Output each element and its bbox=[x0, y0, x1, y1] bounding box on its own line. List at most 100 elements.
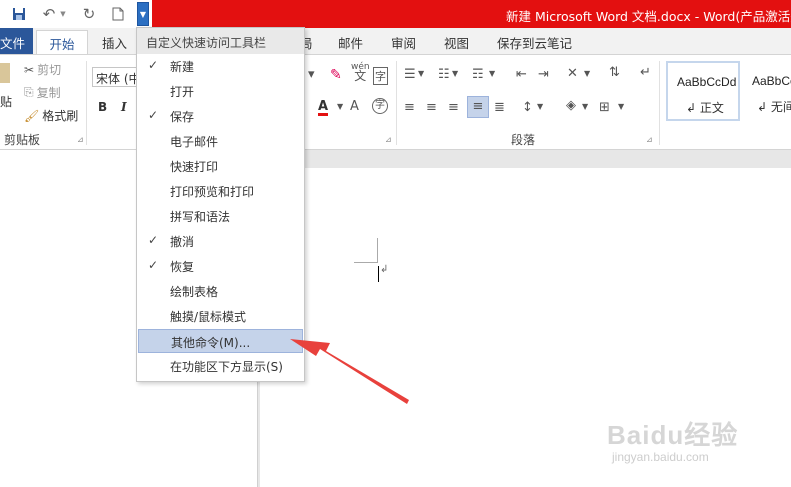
menu-item[interactable]: 绘制表格 bbox=[138, 279, 303, 303]
menu-item[interactable]: 触摸/鼠标模式 bbox=[138, 304, 303, 328]
undo-dropdown-icon[interactable]: ▼ bbox=[58, 5, 68, 23]
menu-item[interactable]: ✓ 撤消 bbox=[138, 229, 303, 253]
style-normal[interactable]: AaBbCcDd ↲ 正文 bbox=[666, 61, 740, 121]
shading-icon[interactable]: ◈ bbox=[566, 98, 576, 113]
menu-item[interactable]: ✓ 保存 bbox=[138, 104, 303, 128]
tab-home[interactable]: 开始 bbox=[36, 30, 88, 54]
font-color-dropdown-icon[interactable]: ▼ bbox=[337, 102, 343, 111]
align-right-icon[interactable]: ≡ bbox=[448, 100, 459, 115]
checkmark-icon: ✓ bbox=[148, 108, 159, 122]
menu-item[interactable]: 快速打印 bbox=[138, 154, 303, 178]
menu-item-label: 拼写和语法 bbox=[170, 210, 231, 224]
style-sample: AaBbCc bbox=[752, 74, 791, 88]
sort-icon[interactable]: ⇅ bbox=[609, 65, 620, 80]
bullets-dropdown-icon[interactable]: ▼ bbox=[418, 69, 424, 78]
bold-button[interactable]: B bbox=[98, 100, 107, 114]
menu-item[interactable]: 打印预览和打印 bbox=[138, 179, 303, 203]
borders-dropdown-icon[interactable]: ▼ bbox=[618, 102, 624, 111]
tab-file[interactable]: 文件 bbox=[0, 28, 33, 54]
menu-item-label: 在功能区下方显示(S) bbox=[170, 360, 283, 374]
increase-indent-icon[interactable]: ⇥ bbox=[538, 67, 549, 82]
menu-item-label: 快速打印 bbox=[170, 160, 219, 174]
numbering-dropdown-icon[interactable]: ▼ bbox=[452, 69, 458, 78]
new-document-icon[interactable] bbox=[110, 5, 126, 23]
tab-mailings[interactable]: 邮件 bbox=[338, 33, 363, 52]
format-painter-button[interactable]: 🖌 格式刷 bbox=[24, 107, 78, 124]
char-border-button[interactable]: 字 bbox=[373, 67, 388, 85]
menu-item[interactable]: 打开 bbox=[138, 79, 303, 103]
shading-dropdown-icon[interactable]: ▼ bbox=[582, 102, 588, 111]
ribbon: 贴 ✂ 剪切 ⎘ 复制 🖌 格式刷 剪贴板 ⊿ 宋体 (中 B I ▾ ✎ wén 文 … bbox=[0, 54, 791, 150]
align-left-icon[interactable]: ≡ bbox=[404, 100, 415, 115]
multilevel-list-icon[interactable]: ☶ bbox=[472, 67, 484, 82]
line-spacing-dropdown-icon[interactable]: ▼ bbox=[537, 102, 543, 111]
align-center-icon[interactable]: ≡ bbox=[426, 100, 437, 115]
menu-item-label: 恢复 bbox=[170, 260, 195, 274]
paste-icon bbox=[0, 63, 10, 83]
style-name: ↲ 正文 bbox=[686, 101, 724, 115]
window-title: 新建 Microsoft Word 文档.docx - Word(产品激活失 bbox=[506, 9, 791, 24]
quick-access-toolbar: ↶ ▼ ↻ ▼ bbox=[0, 0, 152, 28]
save-icon[interactable] bbox=[10, 5, 28, 23]
chinese-layout-dropdown-icon[interactable]: ▼ bbox=[584, 69, 590, 78]
phonetic-guide-button[interactable]: wén 文 bbox=[351, 63, 370, 83]
menu-item[interactable]: ✓ 新建 bbox=[138, 54, 303, 78]
tab-save-cloud[interactable]: 保存到云笔记 bbox=[497, 33, 572, 52]
italic-button[interactable]: I bbox=[121, 100, 127, 114]
cut-button[interactable]: ✂ 剪切 bbox=[24, 61, 61, 78]
baidu-watermark-url: jingyan.baidu.com bbox=[612, 450, 709, 464]
tab-insert[interactable]: 插入 bbox=[102, 33, 127, 52]
style-sample: AaBbCcDd bbox=[677, 75, 737, 89]
font-size-dropdown-icon[interactable]: ▾ bbox=[308, 67, 315, 82]
menu-item-label: 撤消 bbox=[170, 235, 195, 249]
multilevel-dropdown-icon[interactable]: ▼ bbox=[489, 69, 495, 78]
font-name-select[interactable]: 宋体 (中 bbox=[92, 67, 138, 87]
menu-item-label: 电子邮件 bbox=[170, 135, 219, 149]
font-color-button[interactable]: A bbox=[318, 100, 329, 116]
enclose-char-icon[interactable]: 字 bbox=[372, 98, 388, 114]
clipboard-group-label: 剪贴板 bbox=[4, 133, 41, 147]
clipboard-launcher-icon[interactable]: ⊿ bbox=[77, 135, 84, 144]
copy-icon: ⎘ bbox=[24, 85, 34, 99]
justify-icon[interactable]: ≡ bbox=[467, 96, 489, 118]
copy-button[interactable]: ⎘ 复制 bbox=[24, 84, 61, 101]
paste-label: 贴 bbox=[0, 95, 13, 109]
chinese-layout-icon[interactable]: ✕ bbox=[567, 66, 578, 81]
clear-format-icon[interactable]: ✎ bbox=[330, 67, 342, 83]
undo-icon[interactable]: ↶ bbox=[40, 5, 58, 23]
tab-view[interactable]: 视图 bbox=[444, 33, 469, 52]
format-painter-label: 格式刷 bbox=[42, 109, 79, 123]
menu-item-label: 打开 bbox=[170, 85, 195, 99]
distributed-icon[interactable]: ≣ bbox=[494, 100, 505, 115]
line-spacing-icon[interactable]: ↕ bbox=[522, 100, 533, 115]
text-cursor bbox=[378, 266, 379, 282]
redo-icon[interactable]: ↻ bbox=[80, 5, 98, 23]
customize-dropdown-icon[interactable]: ▼ bbox=[137, 2, 149, 26]
baidu-watermark-logo: Baidu经验 bbox=[607, 420, 739, 450]
menu-item[interactable]: 其他命令(M)... bbox=[138, 329, 303, 353]
format-painter-icon: 🖌 bbox=[24, 108, 40, 123]
borders-icon[interactable]: ⊞ bbox=[599, 100, 610, 115]
paste-button[interactable]: 贴 bbox=[0, 93, 12, 110]
menu-item[interactable]: 电子邮件 bbox=[138, 129, 303, 153]
menu-item[interactable]: 拼写和语法 bbox=[138, 204, 303, 228]
styles-gallery: AaBbCcDd ↲ 正文 AaBbCc ↲ 无间隔 bbox=[666, 61, 791, 123]
decrease-indent-icon[interactable]: ⇤ bbox=[516, 67, 527, 82]
char-shading-icon[interactable]: A bbox=[350, 99, 359, 114]
group-separator bbox=[659, 61, 660, 145]
menu-item-label: 新建 bbox=[170, 60, 195, 74]
style-no-spacing[interactable]: AaBbCc ↲ 无间隔 bbox=[742, 61, 791, 121]
menu-item[interactable]: 在功能区下方显示(S) bbox=[138, 354, 303, 378]
bullets-icon[interactable]: ☰ bbox=[404, 67, 416, 82]
font-launcher-icon[interactable]: ⊿ bbox=[385, 135, 392, 144]
menu-item-label: 打印预览和打印 bbox=[170, 185, 255, 199]
ribbon-tabs: 文件 开始 插入 局 邮件 审阅 视图 保存到云笔记 bbox=[0, 28, 791, 54]
paragraph-launcher-icon[interactable]: ⊿ bbox=[646, 135, 653, 144]
numbering-icon[interactable]: ☷ bbox=[438, 67, 450, 82]
show-marks-icon[interactable]: ↵ bbox=[640, 65, 651, 80]
paragraph-group-label: 段落 bbox=[511, 133, 536, 147]
menu-item-label: 触摸/鼠标模式 bbox=[170, 310, 247, 324]
tab-review[interactable]: 审阅 bbox=[391, 33, 416, 52]
style-name: ↲ 无间隔 bbox=[757, 100, 791, 114]
menu-item[interactable]: ✓ 恢复 bbox=[138, 254, 303, 278]
